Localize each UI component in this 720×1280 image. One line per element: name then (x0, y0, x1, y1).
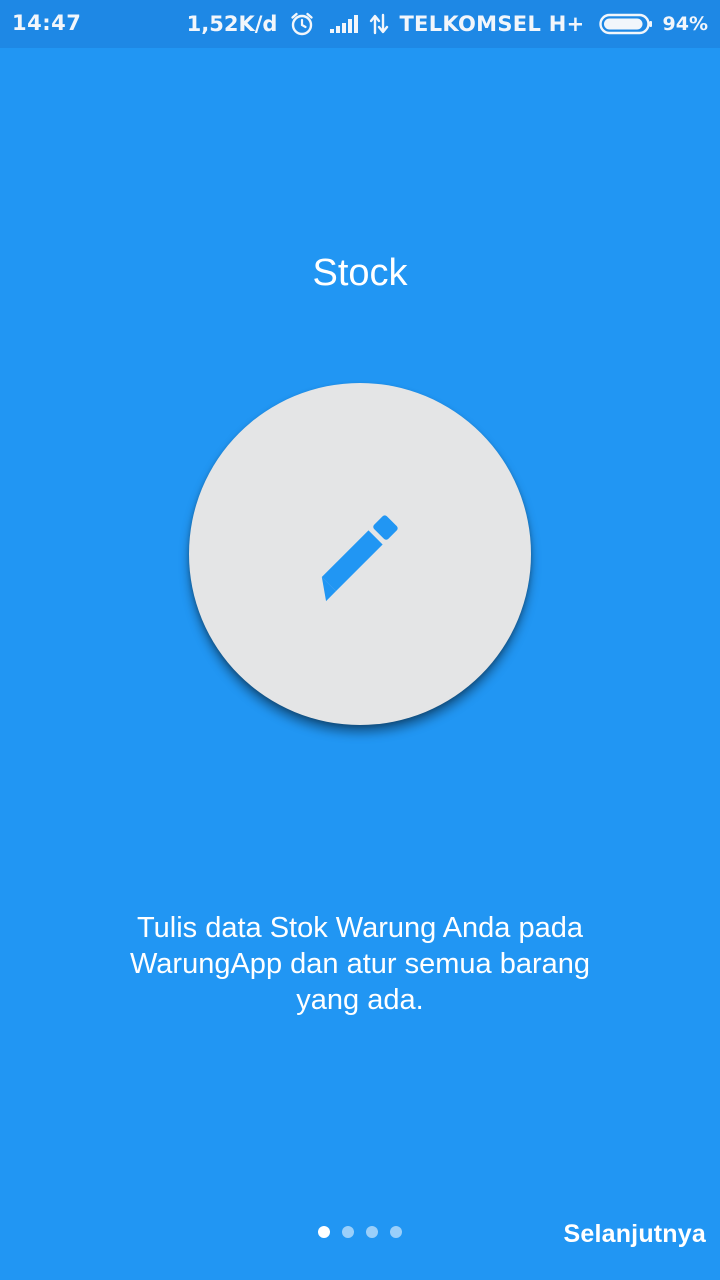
page-dot-1[interactable] (318, 1226, 330, 1238)
status-network-speed: 1,52K/d (186, 12, 278, 36)
illustration (189, 383, 531, 725)
onboarding-screen: 14:47 1,52K/d TELKOMSEL H+ 94% Stock Tul… (0, 0, 720, 1280)
page-indicator (318, 1226, 402, 1238)
page-title: Stock (312, 252, 408, 294)
status-battery-percent: 94% (662, 13, 708, 35)
status-time: 14:47 (12, 11, 82, 35)
status-carrier: TELKOMSEL H+ (399, 12, 585, 36)
page-dot-3[interactable] (366, 1226, 378, 1238)
status-right-group: 1,52K/d TELKOMSEL H+ 94% (187, 8, 708, 40)
illustration-circle (189, 383, 531, 725)
page-dot-4[interactable] (390, 1226, 402, 1238)
signal-icon (329, 14, 361, 34)
page-description: Tulis data Stok Warung Anda pada WarungA… (130, 912, 590, 1016)
data-transfer-icon (369, 13, 389, 35)
next-button[interactable]: Selanjutnya (563, 1216, 706, 1252)
alarm-icon (289, 11, 315, 37)
page-dot-2[interactable] (342, 1226, 354, 1238)
status-bar: 14:47 1,52K/d TELKOMSEL H+ 94% (0, 0, 720, 48)
battery-icon (598, 13, 653, 35)
pencil-icon (321, 515, 398, 602)
